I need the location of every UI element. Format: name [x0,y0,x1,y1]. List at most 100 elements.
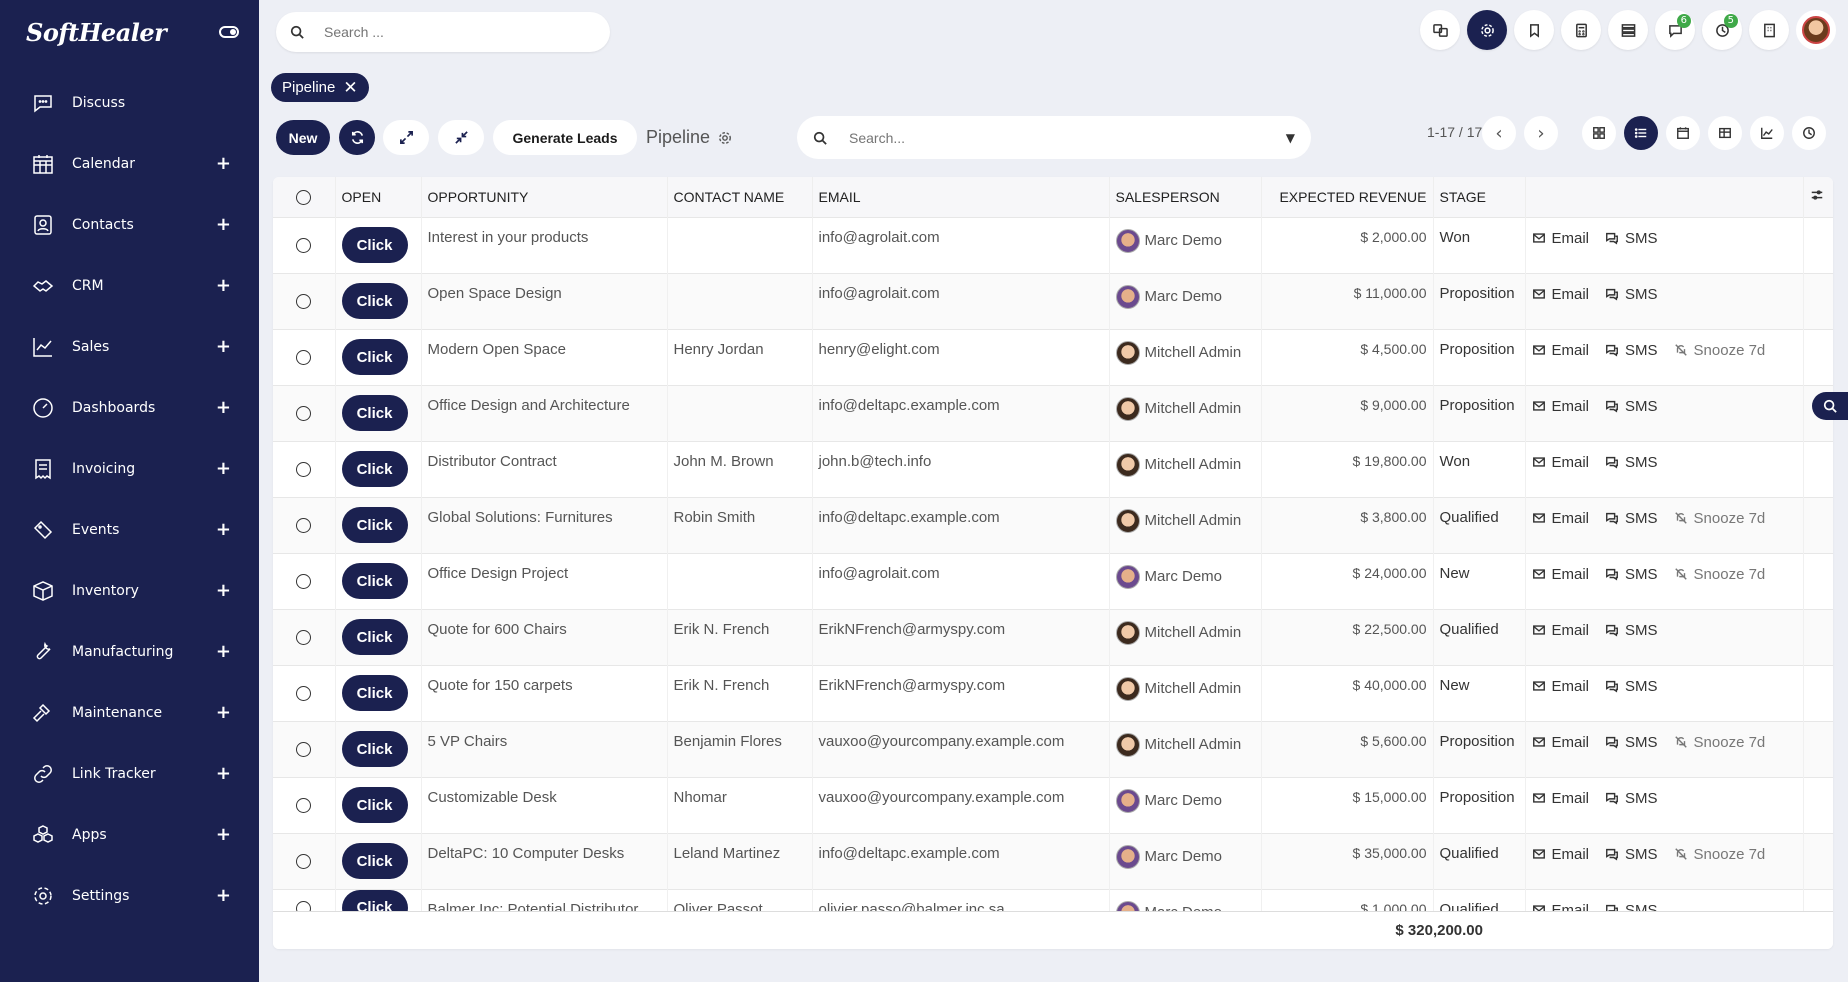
open-record-button[interactable]: Click [341,451,408,487]
table-row[interactable]: Click Modern Open Space Henry Jordan henry@… [273,328,1833,385]
salesperson-cell[interactable]: Marc Demo [1109,552,1262,609]
sidebar-item-inventory[interactable]: Inventory + [0,560,259,621]
select-all-radio[interactable] [296,190,312,206]
sidebar-item-discuss[interactable]: Discuss [0,72,259,133]
col-email[interactable]: EMAIL [812,177,1110,217]
revenue-cell[interactable]: $ 15,000.00 [1261,776,1434,833]
expand-plus-icon[interactable]: + [216,763,231,784]
row-select-cell[interactable] [273,832,336,889]
stage-cell[interactable]: Qualified [1433,832,1526,889]
email-cell[interactable]: vauxoo@yourcompany.example.com [812,720,1110,777]
stage-cell[interactable]: Proposition [1433,384,1526,441]
kanban-view-button[interactable] [1582,116,1616,150]
generate-leads-button[interactable]: Generate Leads [493,120,637,155]
email-cell[interactable]: info@agrolait.com [812,272,1110,329]
pipeline-search-input[interactable] [849,129,1286,146]
revenue-cell[interactable]: $ 9,000.00 [1261,384,1434,441]
salesperson-cell[interactable]: Marc Demo [1109,832,1262,889]
revenue-cell[interactable]: $ 5,600.00 [1261,720,1434,777]
table-row[interactable]: Click Interest in your products info@agrol… [273,216,1833,273]
sidebar-item-calendar[interactable]: Calendar + [0,133,259,194]
new-button[interactable]: New [276,120,330,155]
stage-cell[interactable]: Qualified [1433,608,1526,665]
email-action-button[interactable]: Email [1532,846,1589,863]
sidebar-item-events[interactable]: Events + [0,499,259,560]
stage-cell[interactable]: Proposition [1433,272,1526,329]
contact-cell[interactable]: Benjamin Flores [667,720,813,777]
sidebar-item-settings[interactable]: Settings + [0,865,259,926]
sidebar-item-maintenance[interactable]: Maintenance + [0,682,259,743]
row-select-cell[interactable] [273,720,336,777]
table-row[interactable]: Click 5 VP Chairs Benjamin Flores vauxoo@yo… [273,720,1833,777]
sms-action-button[interactable]: SMS [1605,342,1658,359]
email-action-button[interactable]: Email [1532,678,1589,695]
sidebar-toggle-icon[interactable] [219,26,239,38]
stage-cell[interactable]: Won [1433,216,1526,273]
salesperson-cell[interactable]: Mitchell Admin [1109,608,1262,665]
email-action-button[interactable]: Email [1532,510,1589,527]
table-row[interactable]: Click Customizable Desk Nhomar vauxoo@yourc… [273,776,1833,833]
row-select-cell[interactable] [273,608,336,665]
stage-cell[interactable]: Proposition [1433,328,1526,385]
row-select-radio[interactable] [296,798,312,814]
table-row[interactable]: Click DeltaPC: 10 Computer Desks Leland Ma… [273,832,1833,889]
contact-cell[interactable]: Erik N. French [667,608,813,665]
table-row[interactable]: Click Quote for 600 Chairs Erik N. French E… [273,608,1833,665]
sidebar-item-manufacturing[interactable]: Manufacturing + [0,621,259,682]
sms-action-button[interactable]: SMS [1605,398,1658,415]
contact-cell[interactable] [667,216,813,273]
open-record-button[interactable]: Click [341,227,408,263]
snooze-action-button[interactable]: Snooze 7d [1674,510,1765,527]
row-select-radio[interactable] [296,462,312,478]
row-select-radio[interactable] [296,574,312,590]
opportunity-cell[interactable]: Office Design Project [421,552,668,609]
sidebar-item-invoicing[interactable]: Invoicing + [0,438,259,499]
row-select-radio[interactable] [296,350,312,366]
user-avatar[interactable] [1796,10,1836,50]
row-select-radio[interactable] [296,854,312,870]
refresh-button[interactable] [339,120,375,155]
brand-logo[interactable]: SoftHealer [26,18,167,47]
salesperson-cell[interactable]: Mitchell Admin [1109,384,1262,441]
sms-action-button[interactable]: SMS [1605,678,1658,695]
expand-plus-icon[interactable]: + [216,885,231,906]
pager-previous[interactable]: ‹ [1482,116,1516,150]
email-cell[interactable]: ErikNFrench@armyspy.com [812,664,1110,721]
sms-action-button[interactable]: SMS [1605,566,1658,583]
open-record-button[interactable]: Click [341,619,408,655]
table-row[interactable]: Click Office Design and Architecture info@… [273,384,1833,441]
revenue-cell[interactable]: $ 19,800.00 [1261,440,1434,497]
snooze-action-button[interactable]: Snooze 7d [1674,846,1765,863]
contact-cell[interactable]: Robin Smith [667,496,813,553]
opportunity-cell[interactable]: Modern Open Space [421,328,668,385]
opportunity-cell[interactable]: 5 VP Chairs [421,720,668,777]
opportunity-cell[interactable]: Customizable Desk [421,776,668,833]
snooze-action-button[interactable]: Snooze 7d [1674,566,1765,583]
open-record-button[interactable]: Click [341,563,408,599]
email-cell[interactable]: info@deltapc.example.com [812,384,1110,441]
contact-cell[interactable]: Henry Jordan [667,328,813,385]
row-select-cell[interactable] [273,664,336,721]
revenue-cell[interactable]: $ 22,500.00 [1261,608,1434,665]
row-select-cell[interactable] [273,272,336,329]
pager-value[interactable]: 1-17 / 17 [1427,124,1482,140]
sms-action-button[interactable]: SMS [1605,230,1658,247]
calculator-button[interactable] [1561,10,1601,50]
opportunity-cell[interactable]: Global Solutions: Furnitures [421,496,668,553]
row-select-radio[interactable] [296,294,312,310]
global-search[interactable] [276,12,610,52]
pipeline-search[interactable]: ▼ [797,116,1311,159]
email-action-button[interactable]: Email [1532,734,1589,751]
row-select-cell[interactable] [273,216,336,273]
revenue-cell[interactable]: $ 3,800.00 [1261,496,1434,553]
col-salesperson[interactable]: SALESPERSON [1109,177,1262,217]
stage-cell[interactable]: New [1433,552,1526,609]
contact-cell[interactable] [667,384,813,441]
row-select-radio[interactable] [296,630,312,646]
language-button[interactable] [1420,10,1460,50]
revenue-cell[interactable]: $ 40,000.00 [1261,664,1434,721]
messages-button[interactable]: 6 [1655,10,1695,50]
open-record-button[interactable]: Click [341,787,408,823]
snooze-action-button[interactable]: Snooze 7d [1674,342,1765,359]
contact-cell[interactable]: Nhomar [667,776,813,833]
